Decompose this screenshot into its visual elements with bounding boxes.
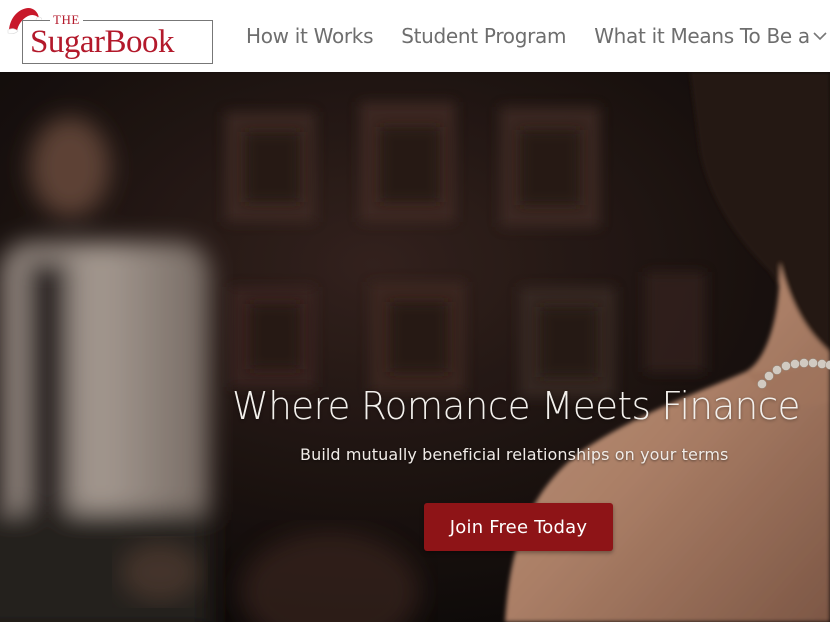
nav-how-it-works[interactable]: How it Works <box>246 24 374 48</box>
logo-wordmark: SugarBook <box>30 24 175 60</box>
main-nav: How it Works Student Program What it Mea… <box>246 0 828 72</box>
nav-what-it-means-label: What it Means To Be a <box>594 24 810 48</box>
page: THE SugarBook How it Works Student Progr… <box>0 0 830 622</box>
nav-student-program[interactable]: Student Program <box>401 24 566 48</box>
hero-content: Where Romance Meets Finance Build mutual… <box>0 72 830 622</box>
hero-headline: Where Romance Meets Finance <box>232 384 800 428</box>
sugarbook-logo[interactable]: THE SugarBook <box>6 4 214 66</box>
top-navbar: THE SugarBook How it Works Student Progr… <box>0 0 830 72</box>
hero-section: Where Romance Meets Finance Build mutual… <box>0 72 830 622</box>
join-free-button[interactable]: Join Free Today <box>424 503 613 551</box>
hero-subheadline: Build mutually beneficial relationships … <box>300 445 729 464</box>
nav-what-it-means-dropdown[interactable]: What it Means To Be a <box>594 24 828 48</box>
chevron-down-icon <box>813 32 827 41</box>
